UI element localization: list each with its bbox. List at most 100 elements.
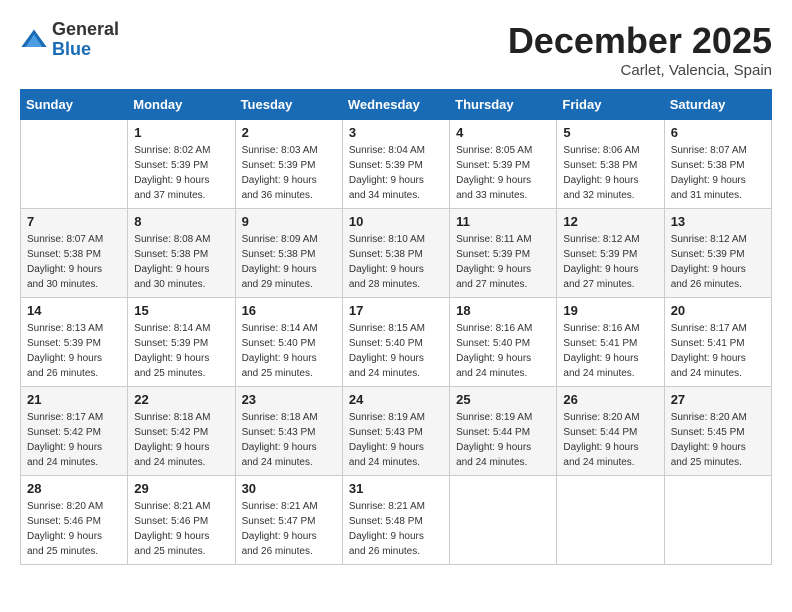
calendar-cell: 5Sunrise: 8:06 AMSunset: 5:38 PMDaylight… [557, 120, 664, 209]
calendar-cell: 19Sunrise: 8:16 AMSunset: 5:41 PMDayligh… [557, 298, 664, 387]
daylight-text: Daylight: 9 hours and 37 minutes. [134, 173, 228, 203]
daylight-text: Daylight: 9 hours and 33 minutes. [456, 173, 550, 203]
sunrise-text: Sunrise: 8:21 AM [242, 499, 336, 514]
day-number: 25 [456, 392, 550, 407]
day-info: Sunrise: 8:17 AMSunset: 5:41 PMDaylight:… [671, 321, 765, 381]
daylight-text: Daylight: 9 hours and 25 minutes. [671, 440, 765, 470]
day-number: 11 [456, 214, 550, 229]
day-number: 4 [456, 125, 550, 140]
sunset-text: Sunset: 5:38 PM [349, 247, 443, 262]
daylight-text: Daylight: 9 hours and 25 minutes. [134, 529, 228, 559]
day-number: 21 [27, 392, 121, 407]
calendar-cell: 2Sunrise: 8:03 AMSunset: 5:39 PMDaylight… [235, 120, 342, 209]
sunrise-text: Sunrise: 8:09 AM [242, 232, 336, 247]
sunset-text: Sunset: 5:38 PM [671, 158, 765, 173]
daylight-text: Daylight: 9 hours and 24 minutes. [349, 440, 443, 470]
day-info: Sunrise: 8:16 AMSunset: 5:41 PMDaylight:… [563, 321, 657, 381]
sunset-text: Sunset: 5:39 PM [242, 158, 336, 173]
day-info: Sunrise: 8:17 AMSunset: 5:42 PMDaylight:… [27, 410, 121, 470]
sunset-text: Sunset: 5:39 PM [27, 336, 121, 351]
sunset-text: Sunset: 5:39 PM [456, 158, 550, 173]
day-info: Sunrise: 8:13 AMSunset: 5:39 PMDaylight:… [27, 321, 121, 381]
sunrise-text: Sunrise: 8:03 AM [242, 143, 336, 158]
sunrise-text: Sunrise: 8:15 AM [349, 321, 443, 336]
daylight-text: Daylight: 9 hours and 31 minutes. [671, 173, 765, 203]
day-info: Sunrise: 8:16 AMSunset: 5:40 PMDaylight:… [456, 321, 550, 381]
calendar-week-row: 21 Sunrise: 8:17 AMSunset: 5:42 PMDayligh… [21, 387, 772, 476]
weekday-header-thursday: Thursday [450, 90, 557, 120]
day-number: 16 [242, 303, 336, 318]
calendar-cell: 13Sunrise: 8:12 AMSunset: 5:39 PMDayligh… [664, 209, 771, 298]
sunrise-text: Sunrise: 8:20 AM [671, 410, 765, 425]
calendar-cell: 8Sunrise: 8:08 AMSunset: 5:38 PMDaylight… [128, 209, 235, 298]
day-number: 12 [563, 214, 657, 229]
day-info: Sunrise: 8:10 AMSunset: 5:38 PMDaylight:… [349, 232, 443, 292]
sunrise-text: Sunrise: 8:13 AM [27, 321, 121, 336]
day-info: Sunrise: 8:07 AMSunset: 5:38 PMDaylight:… [671, 143, 765, 203]
daylight-text: Daylight: 9 hours and 24 minutes. [563, 440, 657, 470]
sunset-text: Sunset: 5:43 PM [349, 425, 443, 440]
calendar-cell: 3Sunrise: 8:04 AMSunset: 5:39 PMDaylight… [342, 120, 449, 209]
calendar-cell: 22Sunrise: 8:18 AMSunset: 5:42 PMDayligh… [128, 387, 235, 476]
calendar-cell: 16 Sunrise: 8:14 AMSunset: 5:40 PMDayligh… [235, 298, 342, 387]
calendar-cell: 27Sunrise: 8:20 AMSunset: 5:45 PMDayligh… [664, 387, 771, 476]
sunrise-text: Sunrise: 8:02 AM [134, 143, 228, 158]
sunrise-text: Sunrise: 8:20 AM [563, 410, 657, 425]
calendar-cell: 11 Sunrise: 8:11 AMSunset: 5:39 PMDayligh… [450, 209, 557, 298]
day-number: 14 [27, 303, 121, 318]
calendar-cell: 23Sunrise: 8:18 AMSunset: 5:43 PMDayligh… [235, 387, 342, 476]
day-info: Sunrise: 8:11 AMSunset: 5:39 PMDaylight:… [456, 232, 550, 292]
daylight-text: Daylight: 9 hours and 26 minutes. [242, 529, 336, 559]
sunrise-text: Sunrise: 8:16 AM [563, 321, 657, 336]
day-number: 6 [671, 125, 765, 140]
sunrise-text: Sunrise: 8:18 AM [242, 410, 336, 425]
sunset-text: Sunset: 5:40 PM [349, 336, 443, 351]
sunset-text: Sunset: 5:46 PM [134, 514, 228, 529]
day-info: Sunrise: 8:05 AMSunset: 5:39 PMDaylight:… [456, 143, 550, 203]
daylight-text: Daylight: 9 hours and 30 minutes. [27, 262, 121, 292]
weekday-header-sunday: Sunday [21, 90, 128, 120]
location-text: Carlet, Valencia, Spain [508, 62, 772, 79]
sunrise-text: Sunrise: 8:17 AM [27, 410, 121, 425]
day-info: Sunrise: 8:21 AMSunset: 5:47 PMDaylight:… [242, 499, 336, 559]
day-number: 30 [242, 481, 336, 496]
day-info: Sunrise: 8:02 AMSunset: 5:39 PMDaylight:… [134, 143, 228, 203]
daylight-text: Daylight: 9 hours and 24 minutes. [349, 351, 443, 381]
day-number: 10 [349, 214, 443, 229]
calendar-table: SundayMondayTuesdayWednesdayThursdayFrid… [20, 89, 772, 565]
day-info: Sunrise: 8:04 AMSunset: 5:39 PMDaylight:… [349, 143, 443, 203]
calendar-cell: 10 Sunrise: 8:10 AMSunset: 5:38 PMDayligh… [342, 209, 449, 298]
daylight-text: Daylight: 9 hours and 24 minutes. [671, 351, 765, 381]
day-info: Sunrise: 8:12 AMSunset: 5:39 PMDaylight:… [671, 232, 765, 292]
sunrise-text: Sunrise: 8:06 AM [563, 143, 657, 158]
sunrise-text: Sunrise: 8:20 AM [27, 499, 121, 514]
sunrise-text: Sunrise: 8:07 AM [671, 143, 765, 158]
day-info: Sunrise: 8:14 AMSunset: 5:40 PMDaylight:… [242, 321, 336, 381]
logo-general-text: General [52, 20, 119, 40]
calendar-cell: 6 Sunrise: 8:07 AMSunset: 5:38 PMDaylight… [664, 120, 771, 209]
sunset-text: Sunset: 5:44 PM [563, 425, 657, 440]
weekday-header-wednesday: Wednesday [342, 90, 449, 120]
sunrise-text: Sunrise: 8:05 AM [456, 143, 550, 158]
sunrise-text: Sunrise: 8:21 AM [134, 499, 228, 514]
sunset-text: Sunset: 5:41 PM [563, 336, 657, 351]
daylight-text: Daylight: 9 hours and 34 minutes. [349, 173, 443, 203]
logo-blue-text: Blue [52, 40, 119, 60]
sunrise-text: Sunrise: 8:10 AM [349, 232, 443, 247]
weekday-header-friday: Friday [557, 90, 664, 120]
calendar-cell: 30 Sunrise: 8:21 AMSunset: 5:47 PMDayligh… [235, 476, 342, 565]
page-header: General Blue December 2025 Carlet, Valen… [20, 20, 772, 79]
daylight-text: Daylight: 9 hours and 26 minutes. [27, 351, 121, 381]
calendar-cell: 9Sunrise: 8:09 AMSunset: 5:38 PMDaylight… [235, 209, 342, 298]
sunrise-text: Sunrise: 8:12 AM [563, 232, 657, 247]
calendar-cell: 1Sunrise: 8:02 AMSunset: 5:39 PMDaylight… [128, 120, 235, 209]
day-info: Sunrise: 8:09 AMSunset: 5:38 PMDaylight:… [242, 232, 336, 292]
calendar-cell: 24Sunrise: 8:19 AMSunset: 5:43 PMDayligh… [342, 387, 449, 476]
calendar-cell: 4 Sunrise: 8:05 AMSunset: 5:39 PMDaylight… [450, 120, 557, 209]
sunrise-text: Sunrise: 8:12 AM [671, 232, 765, 247]
day-info: Sunrise: 8:20 AMSunset: 5:44 PMDaylight:… [563, 410, 657, 470]
sunset-text: Sunset: 5:47 PM [242, 514, 336, 529]
daylight-text: Daylight: 9 hours and 24 minutes. [134, 440, 228, 470]
sunset-text: Sunset: 5:38 PM [134, 247, 228, 262]
calendar-cell: 12Sunrise: 8:12 AMSunset: 5:39 PMDayligh… [557, 209, 664, 298]
